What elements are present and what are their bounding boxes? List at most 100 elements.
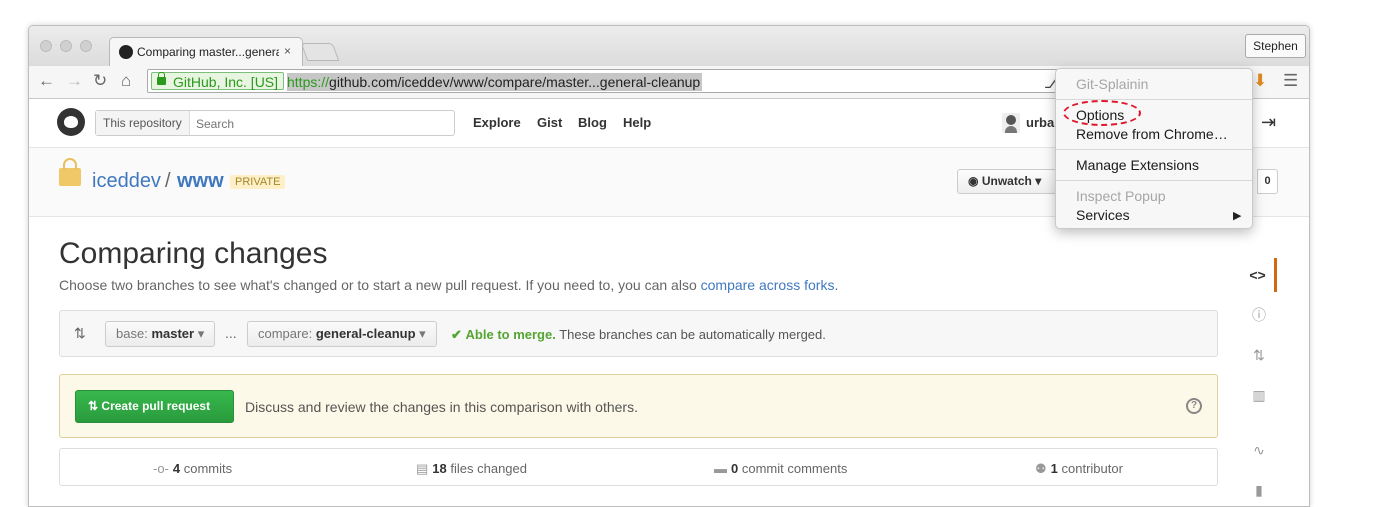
- compare-branch-select[interactable]: compare: general-cleanup ▾: [247, 321, 437, 347]
- stat-count: 18: [432, 461, 447, 476]
- compare-stats: -o- 4 commits ▤ 18 files changed ▬ 0 commit…: [59, 448, 1218, 486]
- chevron-down-icon: ▾: [1035, 174, 1042, 188]
- stat-label: contributor: [1061, 461, 1123, 476]
- url-text[interactable]: https://github.com/iceddev/www/compare/m…: [287, 73, 703, 91]
- submenu-arrow-icon: ▶: [1233, 210, 1242, 222]
- base-branch-select[interactable]: base: master ▾: [105, 321, 216, 347]
- repo-separator: /: [165, 170, 171, 192]
- nav-gist[interactable]: Gist: [537, 115, 562, 130]
- code-icon[interactable]: <>: [1241, 258, 1277, 292]
- stat-contributors[interactable]: ⚉ 1 contributor: [1035, 461, 1123, 477]
- nav-blog[interactable]: Blog: [578, 115, 607, 130]
- pull-request-icon: ⇅: [88, 399, 99, 413]
- stat-files[interactable]: ▤ 18 files changed: [416, 461, 527, 477]
- avatar[interactable]: [1002, 113, 1020, 133]
- stat-count: 4: [172, 461, 181, 476]
- chrome-menu-icon[interactable]: ☰: [1283, 71, 1298, 91]
- repo-sidebar: <> ⓘ ⇅ ▥ ∿ ▮: [1241, 258, 1277, 506]
- menu-item-services[interactable]: Services: [1076, 207, 1130, 223]
- minimize-window-button[interactable]: [60, 40, 72, 52]
- graphs-icon[interactable]: ▮: [1241, 473, 1277, 506]
- menu-item-manage-extensions[interactable]: Manage Extensions: [1076, 157, 1199, 173]
- range-ellipsis: ...: [225, 325, 237, 341]
- subtitle-text: Choose two branches to see what's change…: [59, 277, 697, 293]
- compare-across-forks-link[interactable]: compare across forks: [701, 277, 835, 293]
- github-logo-icon[interactable]: [57, 108, 85, 136]
- create-pull-request-button[interactable]: ⇅ Create pull request: [75, 390, 234, 423]
- merge-status: ✔ Able to merge. These branches can be a…: [451, 327, 826, 343]
- fork-count[interactable]: 0: [1257, 169, 1278, 194]
- create-pr-banner: ⇅ Create pull request Discuss and review…: [59, 374, 1218, 438]
- banner-text: Discuss and review the changes in this c…: [245, 399, 638, 415]
- repo-owner-link[interactable]: iceddev: [92, 170, 161, 193]
- issues-icon[interactable]: ⓘ: [1241, 298, 1277, 332]
- stat-commits[interactable]: -o- 4 commits: [153, 461, 232, 476]
- menu-divider: [1056, 180, 1252, 181]
- page-title: Comparing changes: [59, 237, 328, 270]
- search-input[interactable]: [194, 111, 453, 137]
- ev-certificate-badge[interactable]: GitHub, Inc. [US]: [151, 72, 285, 90]
- lock-icon: [157, 72, 166, 85]
- merge-ok-label: Able to merge.: [465, 327, 556, 342]
- pulse-icon[interactable]: ∿: [1241, 433, 1277, 467]
- reload-icon[interactable]: ↻: [93, 71, 107, 91]
- stat-label: commits: [183, 461, 233, 476]
- page-subtitle: Choose two branches to see what's change…: [59, 277, 838, 293]
- menu-header: Git-Splainin: [1076, 76, 1149, 92]
- stat-count: 1: [1050, 461, 1058, 476]
- help-icon[interactable]: ?: [1186, 398, 1202, 414]
- zoom-window-button[interactable]: [80, 40, 92, 52]
- merge-text: These branches can be automatically merg…: [559, 327, 826, 342]
- title-bar: Comparing master...general-cleanup × Ste…: [29, 26, 1309, 66]
- download-icon[interactable]: ⬇: [1253, 71, 1267, 91]
- profile-button[interactable]: Stephen: [1245, 34, 1306, 58]
- tab-title: Comparing master...general-cleanup: [137, 45, 279, 59]
- compare-swap-icon[interactable]: ⇅: [74, 325, 86, 342]
- menu-item-remove[interactable]: Remove from Chrome…: [1076, 126, 1228, 142]
- unwatch-button[interactable]: ◉ Unwatch ▾: [957, 169, 1062, 194]
- unwatch-label: Unwatch: [981, 174, 1032, 188]
- stat-count: 0: [731, 461, 739, 476]
- extension-context-menu: Git-Splainin Options Remove from Chrome……: [1055, 68, 1253, 229]
- stat-label: files changed: [450, 461, 528, 476]
- repo-name-link[interactable]: www: [177, 170, 224, 193]
- github-favicon-icon: [119, 45, 133, 59]
- menu-divider: [1056, 149, 1252, 150]
- create-pr-label: Create pull request: [101, 399, 211, 413]
- compare-prefix: compare:: [258, 326, 313, 341]
- chevron-down-icon: ▾: [197, 326, 205, 341]
- comment-icon: ▬: [714, 461, 727, 476]
- stat-label: commit comments: [741, 461, 848, 476]
- new-tab-button[interactable]: [300, 43, 340, 61]
- sign-out-icon[interactable]: ⇥: [1261, 112, 1276, 133]
- stat-comments[interactable]: ▬ 0 commit comments: [714, 461, 847, 476]
- chevron-down-icon: ▾: [419, 326, 426, 341]
- range-editor: ⇅ base: master ▾ ... compare: general-cl…: [59, 310, 1218, 357]
- url-scheme: https://: [287, 74, 330, 90]
- commit-icon: -o-: [153, 461, 169, 476]
- browser-tab[interactable]: Comparing master...general-cleanup ×: [109, 37, 303, 66]
- back-icon[interactable]: ←: [38, 71, 55, 91]
- search-scope[interactable]: This repository: [96, 111, 190, 135]
- private-badge: PRIVATE: [230, 175, 286, 189]
- tab-close-icon[interactable]: ×: [284, 44, 291, 58]
- url-path: github.com/iceddev/www/compare/master...…: [329, 74, 701, 90]
- subtitle-end: .: [834, 277, 839, 293]
- private-lock-icon: [59, 158, 81, 186]
- check-icon: ✔: [451, 327, 462, 342]
- base-branch: master: [151, 326, 195, 341]
- compare-branch: general-cleanup: [315, 326, 416, 341]
- home-icon[interactable]: ⌂: [121, 71, 131, 91]
- file-diff-icon: ▤: [416, 461, 429, 476]
- base-prefix: base:: [116, 326, 148, 341]
- nav-help[interactable]: Help: [623, 115, 651, 130]
- nav-explore[interactable]: Explore: [473, 115, 521, 130]
- close-window-button[interactable]: [40, 40, 52, 52]
- site-search: This repository: [95, 110, 455, 137]
- organization-icon: ⚉: [1035, 461, 1047, 476]
- menu-divider: [1056, 99, 1252, 100]
- eye-icon: ◉: [968, 174, 979, 188]
- forward-icon[interactable]: →: [66, 71, 83, 91]
- pull-requests-icon[interactable]: ⇅: [1241, 338, 1277, 372]
- wiki-icon[interactable]: ▥: [1241, 378, 1277, 412]
